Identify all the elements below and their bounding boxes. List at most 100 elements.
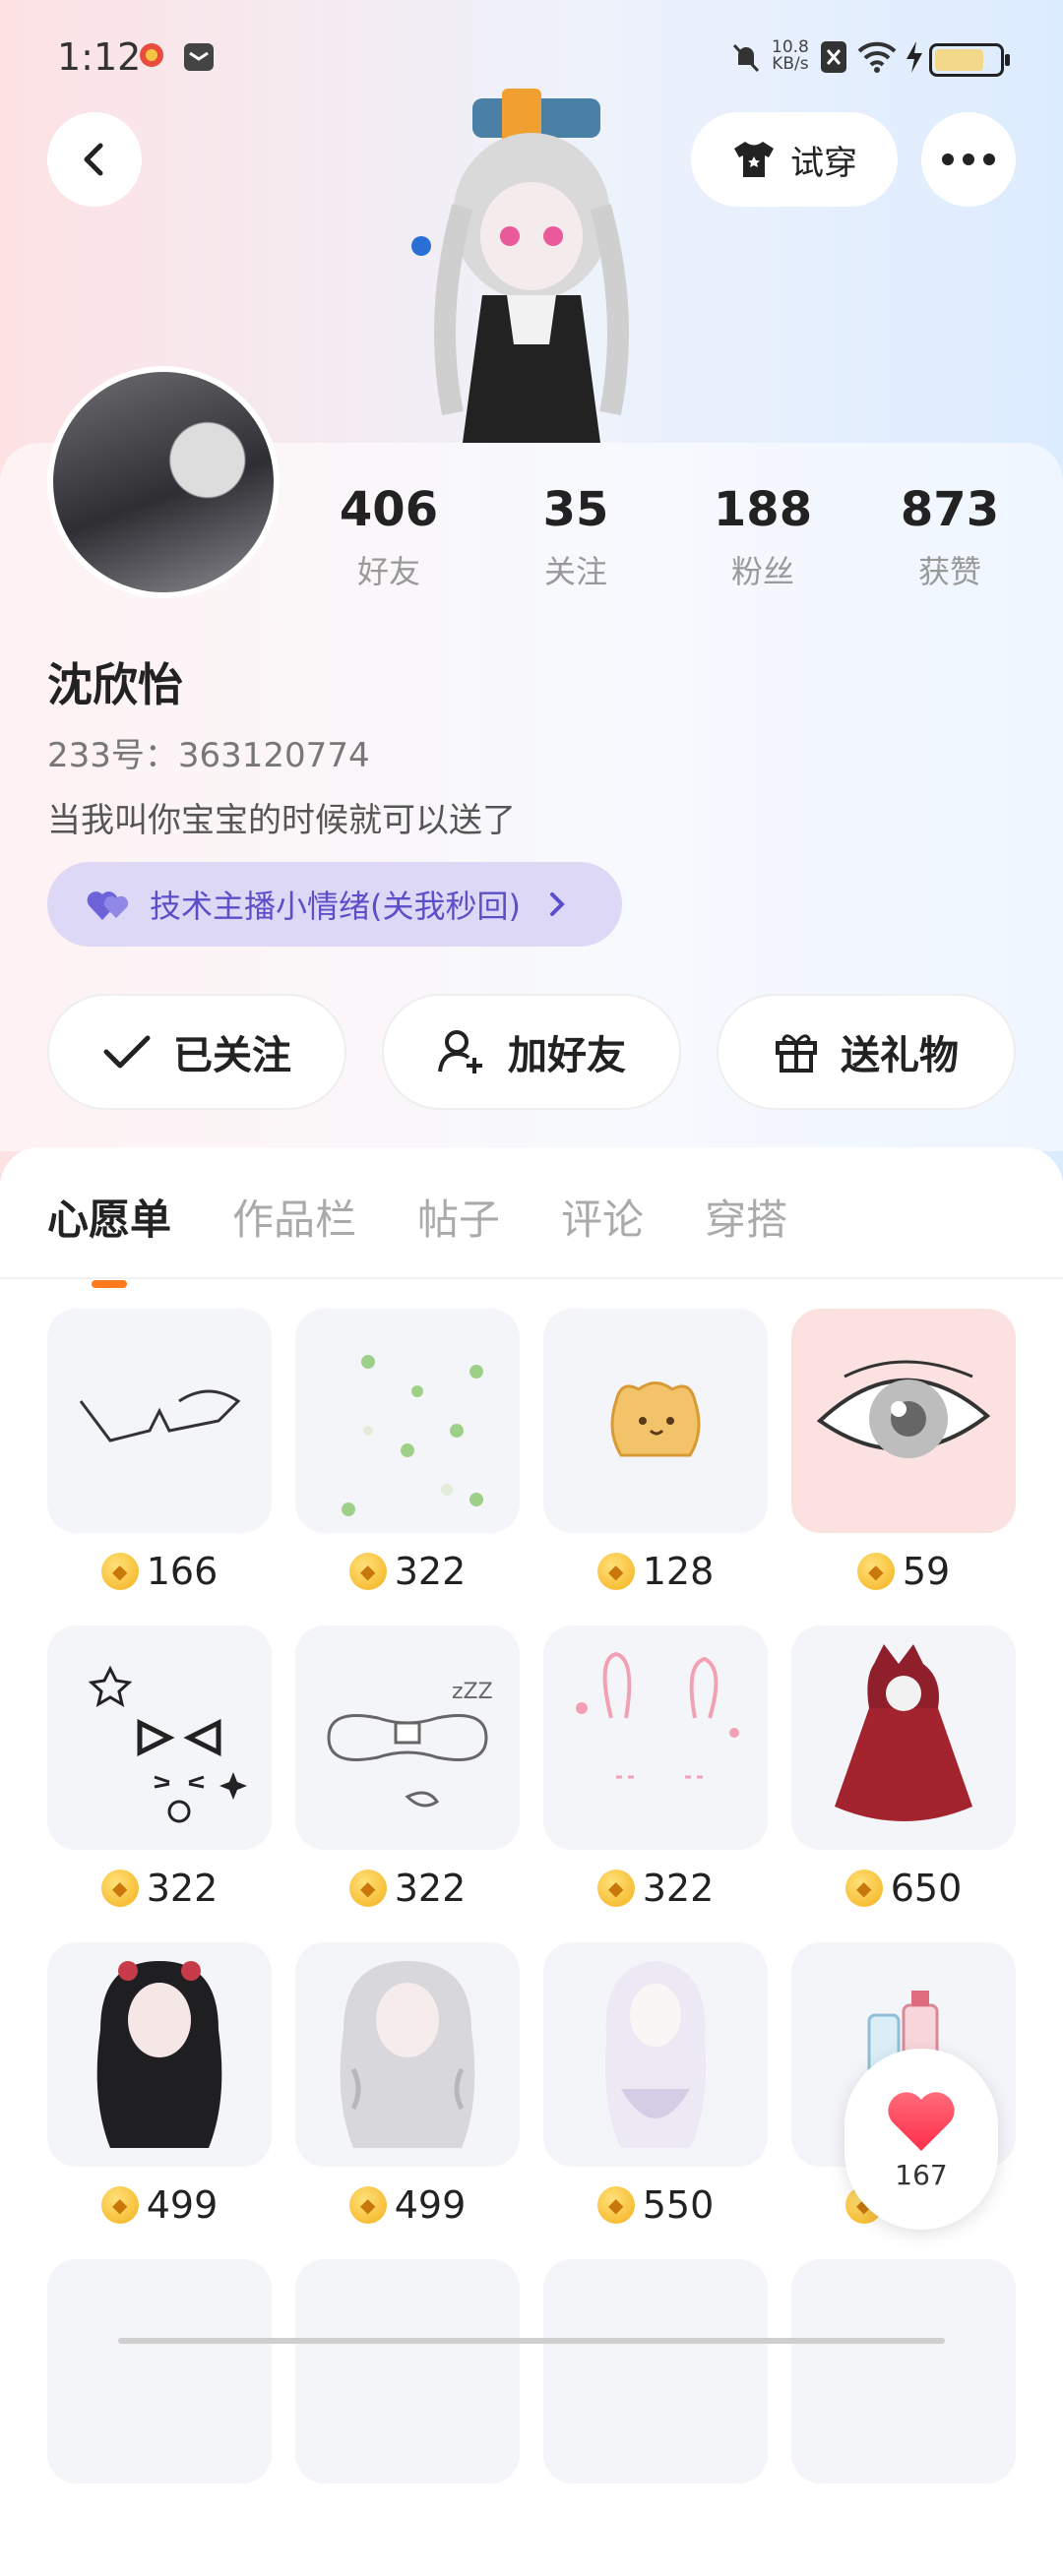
- mail-notification-icon: [181, 39, 217, 79]
- price-value: 59: [902, 1550, 951, 1593]
- tab-outfits[interactable]: 穿搭: [705, 1187, 787, 1247]
- white-curly-hair-icon: [295, 1942, 520, 2167]
- charging-icon: [904, 39, 925, 79]
- price-value: 499: [146, 2183, 219, 2227]
- profile-uid: 233号：363120774: [47, 736, 370, 775]
- tshirt-icon: [734, 142, 774, 177]
- tab-divider: [0, 1277, 1063, 1279]
- wishlist-item[interactable]: ◆ 59: [791, 1309, 1016, 1625]
- add-friend-label: 加好友: [508, 1033, 626, 1078]
- tab-comments[interactable]: 评论: [561, 1187, 644, 1247]
- stat-value: 873: [900, 482, 1000, 537]
- profile-stats: 406 好友 35 关注 188 粉丝 873 获赞: [295, 482, 1043, 592]
- item-price: ◆ 59: [791, 1547, 1016, 1596]
- wishlist-item[interactable]: ◆ 499: [295, 1942, 520, 2259]
- item-thumbnail: [295, 2259, 520, 2484]
- stat-label: 粉丝: [730, 553, 794, 590]
- price-value: 499: [394, 2183, 467, 2227]
- stat-friends[interactable]: 406 好友: [295, 482, 482, 592]
- profile-bio: 当我叫你宝宝的时候就可以送了: [47, 801, 516, 840]
- item-price: ◆ 322: [295, 1864, 520, 1913]
- battery-icon: [929, 43, 1010, 77]
- more-dots-icon: [942, 153, 995, 165]
- wishlist-item[interactable]: ◆ 166: [47, 1309, 272, 1625]
- net-speed: 10.8 KB/s: [772, 39, 809, 73]
- item-price: ◆ 499: [47, 2180, 272, 2230]
- send-gift-button[interactable]: 送礼物: [717, 994, 1016, 1110]
- wishlist-item[interactable]: ◆ 322: [543, 1625, 768, 1942]
- price-value: 322: [642, 1867, 715, 1910]
- wishlist-item[interactable]: [543, 2259, 768, 2576]
- coin-icon: ◆: [856, 1553, 895, 1590]
- chevron-right-icon: [549, 892, 565, 916]
- clover-pattern-icon: [295, 1309, 520, 1533]
- check-icon: [103, 1035, 151, 1069]
- wishlist-item[interactable]: ◆ 499: [47, 1942, 272, 2259]
- add-friend-button[interactable]: 加好友: [382, 994, 681, 1110]
- avatar[interactable]: [47, 366, 280, 598]
- wifi-icon: [856, 39, 898, 79]
- wishlist-item[interactable]: ◆ 322: [47, 1625, 272, 1942]
- like-count: 167: [895, 2158, 948, 2191]
- eye-icon: [791, 1309, 1016, 1533]
- stat-value: 35: [542, 482, 609, 537]
- sim-off-icon: [819, 39, 848, 79]
- double-heart-icon: [87, 891, 129, 920]
- bunny-ears-icon: [543, 1625, 768, 1850]
- coin-icon: ◆: [596, 2186, 635, 2224]
- price-value: 322: [394, 1867, 467, 1910]
- price-value: 650: [890, 1867, 963, 1910]
- wishlist-item[interactable]: [791, 2259, 1016, 2576]
- sleep-mask-icon: zZZ: [295, 1625, 520, 1850]
- followed-label: 已关注: [173, 1033, 291, 1078]
- item-thumbnail: [791, 2259, 1016, 2484]
- stat-fans[interactable]: 188 粉丝: [669, 482, 856, 592]
- stat-following[interactable]: 35 关注: [482, 482, 669, 592]
- wishlist-item[interactable]: ◆ 550: [543, 1942, 768, 2259]
- wishlist-item[interactable]: [295, 2259, 520, 2576]
- mute-icon: [728, 39, 764, 79]
- status-time: 1:12: [57, 35, 142, 79]
- wishlist-item[interactable]: ◆ 650: [791, 1625, 1016, 1942]
- profile-tag[interactable]: 技术主播小情绪(关我秒回): [47, 862, 622, 947]
- more-options-button[interactable]: [921, 112, 1016, 207]
- tab-wishlist[interactable]: 心愿单: [47, 1187, 171, 1288]
- coin-icon: ◆: [348, 1553, 387, 1590]
- wishlist-item[interactable]: ◆ 128: [543, 1309, 768, 1625]
- followed-button[interactable]: 已关注: [47, 994, 346, 1110]
- avatar-photo: [53, 372, 274, 592]
- profile-tag-label: 技术主播小情绪(关我秒回): [150, 888, 521, 925]
- back-button[interactable]: [47, 112, 142, 207]
- avatar-character[interactable]: [394, 89, 669, 443]
- stat-likes[interactable]: 873 获赞: [856, 482, 1043, 592]
- add-user-icon: [438, 1030, 482, 1073]
- item-price: ◆ 550: [543, 2180, 768, 2230]
- tab-works[interactable]: 作品栏: [232, 1187, 356, 1247]
- item-price: ◆ 322: [295, 1547, 520, 1596]
- item-thumbnail: [543, 2259, 768, 2484]
- wishlist-item[interactable]: [47, 2259, 272, 2576]
- glasses-icon: [47, 1309, 272, 1533]
- price-value: 128: [642, 1550, 715, 1593]
- profile-name: 沈欣怡: [47, 658, 183, 711]
- try-on-button[interactable]: 试穿: [691, 112, 898, 207]
- item-price: ◆ 650: [791, 1864, 1016, 1913]
- tab-posts[interactable]: 帖子: [417, 1187, 500, 1247]
- item-price: ◆ 128: [543, 1547, 768, 1596]
- item-thumbnail: [47, 2259, 272, 2484]
- wishlist-item[interactable]: ◆ 322: [295, 1309, 520, 1625]
- stat-label: 关注: [543, 553, 607, 590]
- try-on-label: 试穿: [790, 143, 857, 183]
- coin-icon: ◆: [348, 1870, 387, 1907]
- like-button[interactable]: 167: [844, 2049, 998, 2230]
- item-price: ◆ 499: [295, 2180, 520, 2230]
- coin-icon: ◆: [348, 2186, 387, 2224]
- send-gift-label: 送礼物: [841, 1033, 959, 1078]
- chevron-left-icon: [84, 143, 103, 176]
- wishlist-item[interactable]: zZZ ◆ 322: [295, 1625, 520, 1942]
- cat-face-doodle-icon: [47, 1625, 272, 1850]
- app-notification-icon: [134, 39, 169, 79]
- content-tabs: 心愿单 作品栏 帖子 评论 穿搭: [47, 1187, 787, 1288]
- stat-value: 188: [713, 482, 813, 537]
- item-price: ◆ 322: [47, 1864, 272, 1913]
